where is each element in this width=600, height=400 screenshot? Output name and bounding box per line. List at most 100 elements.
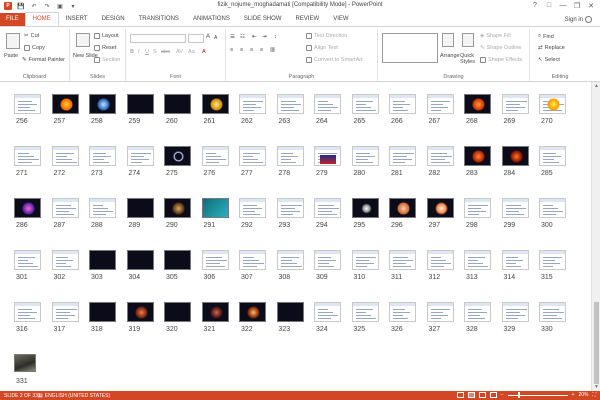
slide-thumbnail[interactable] (89, 250, 116, 270)
slide-thumbnail[interactable] (314, 94, 341, 114)
font-color-icon[interactable]: A (202, 49, 206, 55)
align-right-icon[interactable]: ≡ (250, 47, 253, 53)
slide-thumbnail[interactable] (14, 146, 41, 166)
tab-animations[interactable]: ANIMATIONS (186, 13, 237, 26)
slide-thumbnail[interactable] (239, 198, 266, 218)
numbering-icon[interactable]: ☷ (240, 34, 245, 40)
tab-review[interactable]: REVIEW (289, 13, 327, 26)
slide-thumbnail[interactable] (276, 250, 304, 270)
fit-slide-icon[interactable]: ⛶ (592, 392, 596, 398)
slide-thumbnail[interactable] (276, 94, 304, 114)
slide-thumbnail[interactable] (314, 146, 341, 166)
slide-thumbnail[interactable] (14, 198, 41, 218)
font-name-field[interactable] (130, 34, 186, 43)
align-center-icon[interactable]: ≡ (240, 47, 243, 53)
slide-thumbnail[interactable] (501, 198, 529, 218)
slide-thumbnail[interactable] (501, 94, 529, 114)
scroll-up-icon[interactable]: ▲ (593, 83, 600, 89)
align-left-icon[interactable]: ≡ (230, 47, 233, 53)
slide-thumbnail[interactable] (126, 198, 154, 218)
slide-thumbnail[interactable] (351, 198, 379, 218)
format-painter-button[interactable]: ✎ Format Painter (22, 57, 65, 63)
select-button[interactable]: ↖ Select (538, 57, 560, 63)
slide-thumbnail[interactable] (14, 302, 41, 322)
layout-button[interactable]: Layout (94, 33, 119, 39)
slide-thumbnail[interactable] (314, 198, 341, 218)
shape-effects-button[interactable]: Shape Effects (480, 57, 522, 63)
slide-thumbnail[interactable] (51, 250, 79, 270)
slide-thumbnail[interactable] (51, 94, 79, 114)
slide-thumbnail[interactable] (239, 146, 266, 166)
slide-thumbnail[interactable] (389, 302, 416, 322)
slide-thumbnail[interactable] (501, 302, 529, 322)
slide-thumbnail[interactable] (89, 94, 116, 114)
slide-thumbnail[interactable] (539, 146, 566, 166)
slide-thumbnail[interactable] (126, 250, 154, 270)
slide-thumbnail[interactable] (501, 146, 529, 166)
zoom-in-icon[interactable]: + (572, 392, 575, 398)
slide-thumbnail[interactable] (351, 302, 379, 322)
tab-insert[interactable]: INSERT (59, 13, 95, 26)
reading-view-icon[interactable] (478, 392, 486, 398)
change-case-icon[interactable]: Aa (188, 49, 195, 55)
zoom-level[interactable]: 20% (578, 392, 588, 398)
slide-thumbnail[interactable] (126, 302, 154, 322)
slide-thumbnail[interactable] (314, 302, 341, 322)
scroll-thumb[interactable] (594, 302, 599, 384)
shadow-icon[interactable]: S (153, 49, 157, 55)
slide-thumbnail[interactable] (239, 94, 266, 114)
justify-icon[interactable]: ≡ (260, 47, 263, 53)
slide-thumbnail[interactable] (351, 250, 379, 270)
tab-transitions[interactable]: TRANSITIONS (132, 13, 186, 26)
vertical-scrollbar[interactable]: ▲ ▼ (591, 82, 600, 391)
slide-thumbnail[interactable] (426, 94, 454, 114)
slide-thumbnail[interactable] (14, 94, 41, 114)
slide-thumbnail[interactable] (539, 94, 566, 114)
slide-thumbnail[interactable] (51, 146, 79, 166)
paste-button[interactable]: Paste (4, 53, 18, 59)
slide-thumbnail[interactable] (164, 302, 191, 322)
italic-icon[interactable]: I (138, 49, 140, 55)
language-indicator[interactable]: ▤ ENGLISH (UNITED STATES) (38, 393, 110, 399)
slide-sorter[interactable]: 256 257 258 259 260 261 262 263 264 265 266 267 268 2… (0, 82, 600, 391)
slide-thumbnail[interactable] (276, 302, 304, 322)
tab-design[interactable]: DESIGN (95, 13, 132, 26)
slide-thumbnail[interactable] (276, 198, 304, 218)
align-text-button[interactable]: Align Text (306, 45, 338, 51)
slide-thumbnail[interactable] (89, 198, 116, 218)
slide-thumbnail[interactable] (201, 250, 229, 270)
increase-indent-icon[interactable]: ⇥ (262, 34, 267, 40)
slide-thumbnail[interactable] (239, 302, 266, 322)
slide-thumbnail[interactable] (14, 354, 36, 372)
strikethrough-icon[interactable]: abc (161, 49, 170, 55)
normal-view-icon[interactable] (456, 392, 464, 398)
slide-thumbnail[interactable] (389, 146, 416, 166)
cut-button[interactable]: ✂ Cut (24, 33, 39, 39)
slide-thumbnail[interactable] (164, 198, 191, 218)
slide-thumbnail[interactable] (164, 146, 191, 166)
replace-button[interactable]: ⇄ Replace (538, 45, 565, 51)
slide-thumbnail[interactable] (464, 198, 491, 218)
arrange-button[interactable]: Arrange (440, 53, 460, 59)
close-icon[interactable]: ✕ (584, 0, 598, 11)
slide-thumbnail[interactable] (51, 302, 79, 322)
slide-thumbnail[interactable] (464, 250, 491, 270)
slide-thumbnail[interactable] (276, 146, 304, 166)
slide-thumbnail[interactable] (539, 302, 566, 322)
slide-thumbnail[interactable] (201, 198, 229, 218)
slide-thumbnail[interactable] (464, 146, 491, 166)
slide-thumbnail[interactable] (14, 250, 41, 270)
tab-file[interactable]: FILE (0, 13, 25, 26)
slide-thumbnail[interactable] (464, 302, 491, 322)
slide-thumbnail[interactable] (239, 250, 266, 270)
slide-thumbnail[interactable] (501, 250, 529, 270)
char-spacing-icon[interactable]: AV (176, 49, 183, 55)
slide-thumbnail[interactable] (426, 198, 454, 218)
slide-thumbnail[interactable] (201, 94, 229, 114)
zoom-knob[interactable] (518, 391, 521, 398)
shape-fill-button[interactable]: ◈ Shape Fill (480, 33, 511, 39)
shrink-font-icon[interactable]: A (214, 35, 217, 41)
slide-thumbnail[interactable] (351, 146, 379, 166)
slide-thumbnail[interactable] (389, 94, 416, 114)
slide-thumbnail[interactable] (89, 302, 116, 322)
